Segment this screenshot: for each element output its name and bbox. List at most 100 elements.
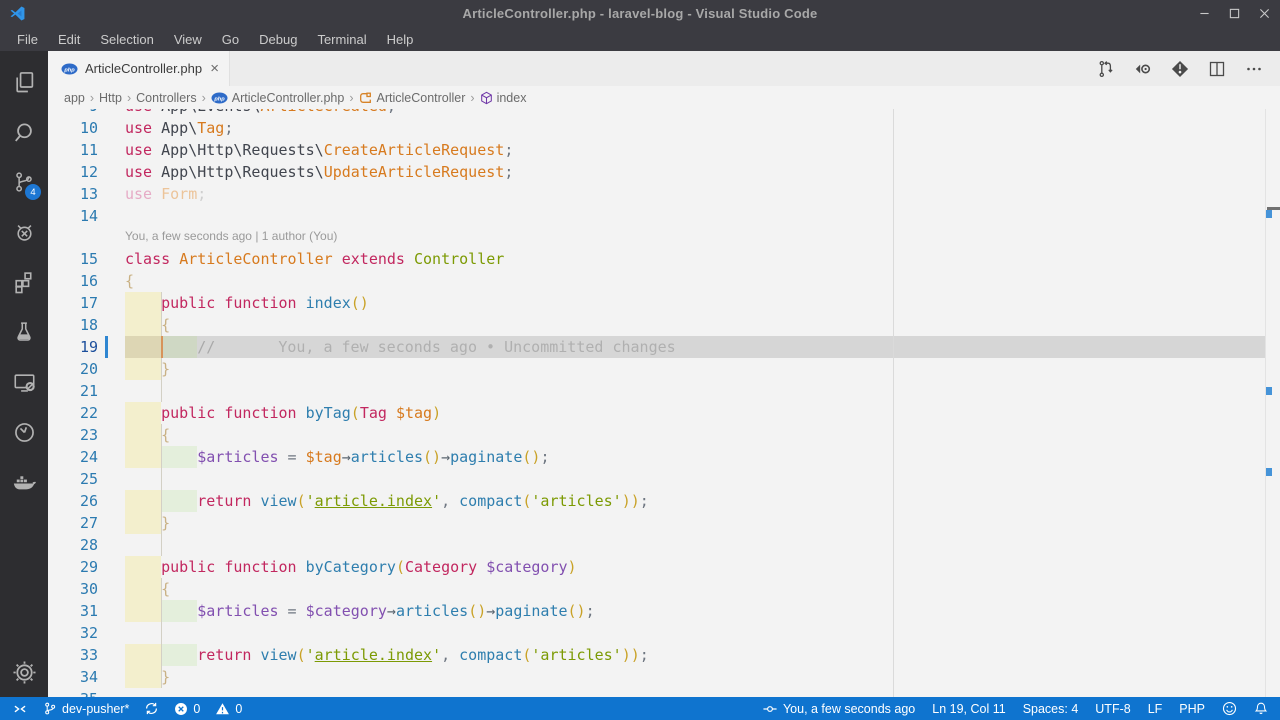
code-line-12[interactable]: 12use App\Http\Requests\UpdateArticleReq… [48, 161, 1280, 183]
code-line-16[interactable]: 16{ [48, 270, 1280, 292]
settings-gear-activity-button[interactable] [0, 647, 48, 697]
tab-close-icon[interactable]: × [210, 61, 219, 76]
line-number[interactable]: 17 [48, 292, 125, 314]
code-line-14[interactable]: 14 [48, 205, 1280, 227]
line-content[interactable]: { [125, 424, 1266, 446]
line-content[interactable]: //You, a few seconds ago • Uncommitted c… [125, 336, 1266, 358]
line-content[interactable]: public function byTag(Tag $tag) [125, 402, 1266, 424]
toggle-blame-icon[interactable] [1133, 59, 1153, 79]
line-number[interactable]: 10 [48, 117, 125, 139]
line-content[interactable]: { [125, 314, 1266, 336]
line-content[interactable]: return view('article.index', compact('ar… [125, 490, 1266, 512]
line-content[interactable]: $articles = $tag→articles()→paginate(); [125, 446, 1266, 468]
line-number[interactable]: 34 [48, 666, 125, 688]
line-number[interactable]: 29 [48, 556, 125, 578]
extensions-activity-button[interactable] [0, 257, 48, 307]
line-content[interactable]: $articles = $category→articles()→paginat… [125, 600, 1266, 622]
code-line-13[interactable]: 13use Form; [48, 183, 1280, 205]
source-control-activity-button[interactable]: 4 [0, 157, 48, 207]
code-line-15[interactable]: 15class ArticleController extends Contro… [48, 248, 1280, 270]
indentation-status[interactable]: Spaces: 4 [1023, 702, 1079, 716]
code-line-29[interactable]: 29 public function byCategory(Category $… [48, 556, 1280, 578]
line-number[interactable]: 24 [48, 446, 125, 468]
code-line-28[interactable]: 28 [48, 534, 1280, 556]
more-actions-icon[interactable] [1244, 59, 1264, 79]
line-number[interactable]: 28 [48, 534, 125, 556]
close-button[interactable] [1259, 8, 1270, 19]
code-line-26[interactable]: 26 return view('article.index', compact(… [48, 490, 1280, 512]
line-content[interactable]: { [125, 270, 1266, 292]
code-line-18[interactable]: 18 { [48, 314, 1280, 336]
code-line-32[interactable]: 32 [48, 622, 1280, 644]
clock-activity-button[interactable] [0, 407, 48, 457]
line-content[interactable]: public function index() [125, 292, 1266, 314]
line-number[interactable]: 30 [48, 578, 125, 600]
line-number[interactable]: 13 [48, 183, 125, 205]
split-editor-icon[interactable] [1207, 59, 1227, 79]
explorer-activity-button[interactable] [0, 57, 48, 107]
line-content[interactable]: use Form; [125, 183, 1266, 205]
line-number[interactable]: 23 [48, 424, 125, 446]
menu-item-file[interactable]: File [7, 32, 48, 47]
line-content[interactable]: return view('article.index', compact('ar… [125, 644, 1266, 666]
encoding-status[interactable]: UTF-8 [1095, 702, 1130, 716]
line-number[interactable]: 20 [48, 358, 125, 380]
menu-item-debug[interactable]: Debug [249, 32, 307, 47]
debug-activity-button[interactable] [0, 207, 48, 257]
code-line-21[interactable]: 21 [48, 380, 1280, 402]
codelens-label[interactable]: You, a few seconds ago | 1 author (You) [125, 225, 337, 247]
live-share-activity-button[interactable] [0, 357, 48, 407]
line-content[interactable]: use App\Events\ArticleCreated; [125, 109, 1266, 117]
line-content[interactable] [125, 622, 1266, 644]
menu-item-edit[interactable]: Edit [48, 32, 90, 47]
line-content[interactable]: public function byCategory(Category $cat… [125, 556, 1266, 578]
line-content[interactable] [125, 380, 1266, 402]
breadcrumb-item-controllers[interactable]: Controllers [136, 91, 196, 105]
code-line-33[interactable]: 33 return view('article.index', compact(… [48, 644, 1280, 666]
code-line-23[interactable]: 23 { [48, 424, 1280, 446]
line-content[interactable]: { [125, 578, 1266, 600]
tab-articlecontroller[interactable]: php ArticleController.php × [48, 51, 230, 86]
line-number[interactable]: 19 [48, 336, 125, 358]
docker-activity-button[interactable] [0, 457, 48, 507]
line-number[interactable]: 9 [48, 109, 125, 117]
menu-item-selection[interactable]: Selection [90, 32, 163, 47]
code-line-9[interactable]: 9use App\Events\ArticleCreated; [48, 109, 1280, 117]
sync-button[interactable] [144, 701, 159, 716]
search-activity-button[interactable] [0, 107, 48, 157]
line-content[interactable]: use App\Http\Requests\CreateArticleReque… [125, 139, 1266, 161]
cursor-position[interactable]: Ln 19, Col 11 [932, 702, 1005, 716]
breadcrumb-item-http[interactable]: Http [99, 91, 122, 105]
gitlens-icon[interactable] [1170, 59, 1190, 79]
line-content[interactable]: class ArticleController extends Controll… [125, 248, 1266, 270]
test-flask-activity-button[interactable] [0, 307, 48, 357]
code-line-19[interactable]: 19 //You, a few seconds ago • Uncommitte… [48, 336, 1280, 358]
line-number[interactable]: 21 [48, 380, 125, 402]
line-content[interactable] [125, 205, 1266, 227]
line-content[interactable] [125, 534, 1266, 556]
line-number[interactable]: 14 [48, 205, 125, 227]
code-line-31[interactable]: 31 $articles = $category→articles()→pagi… [48, 600, 1280, 622]
remote-indicator[interactable] [12, 702, 28, 716]
code-line-34[interactable]: 34 } [48, 666, 1280, 688]
line-number[interactable]: 26 [48, 490, 125, 512]
line-number[interactable]: 18 [48, 314, 125, 336]
line-number[interactable]: 31 [48, 600, 125, 622]
code-line-25[interactable]: 25 [48, 468, 1280, 490]
code-line-24[interactable]: 24 $articles = $tag→articles()→paginate(… [48, 446, 1280, 468]
breadcrumb-item-articlecontroller[interactable]: ArticleController [358, 91, 465, 105]
code-line-11[interactable]: 11use App\Http\Requests\CreateArticleReq… [48, 139, 1280, 161]
branch-status[interactable]: dev-pusher* [43, 701, 129, 716]
line-number[interactable]: 12 [48, 161, 125, 183]
line-content[interactable]: } [125, 512, 1266, 534]
line-number[interactable]: 32 [48, 622, 125, 644]
breadcrumb-item-articlecontroller-php[interactable]: phpArticleController.php [211, 91, 345, 105]
code-line-27[interactable]: 27 } [48, 512, 1280, 534]
code-line-17[interactable]: 17 public function index() [48, 292, 1280, 314]
menu-item-terminal[interactable]: Terminal [307, 32, 376, 47]
menu-item-go[interactable]: Go [212, 32, 249, 47]
eol-status[interactable]: LF [1148, 702, 1163, 716]
notifications-bell[interactable] [1254, 701, 1268, 716]
line-number[interactable]: 11 [48, 139, 125, 161]
code-editor[interactable]: 9use App\Events\ArticleCreated;10use App… [48, 109, 1280, 697]
